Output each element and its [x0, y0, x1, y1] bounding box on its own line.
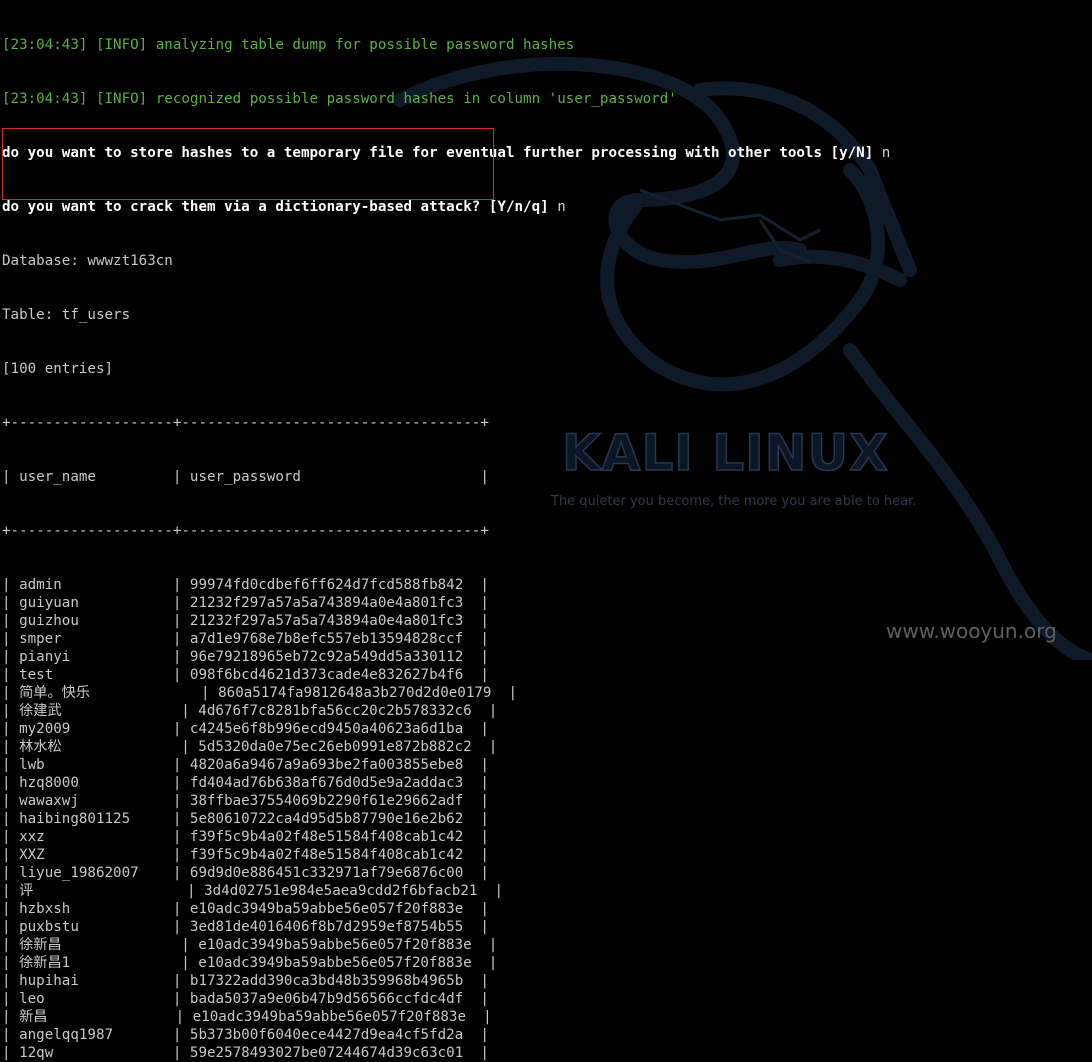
table-row: | XXZ | f39f5c9b4a02f48e51584f408cab1c42… — [2, 847, 489, 863]
table-row: | pianyi | 96e79218965eb72c92a549dd5a330… — [2, 649, 489, 665]
table-row: | guiyuan | 21232f297a57a5a743894a0e4a80… — [2, 595, 489, 611]
table-rows: | admin | 99974fd0cdbef6ff624d7fcd588fb8… — [2, 576, 890, 1061]
prompt-question: do you want to store hashes to a tempora… — [2, 145, 874, 161]
log-line: [23:04:43] [INFO] analyzing table dump f… — [2, 37, 575, 53]
log-line: [23:04:43] [INFO] recognized possible pa… — [2, 91, 677, 107]
table-row: | 12qw | 59e2578493027be07244674d39c63c0… — [2, 1045, 489, 1061]
table-border-top: +-------------------+-------------------… — [2, 415, 489, 431]
table-row: | 评 | 3d4d02751e984e5aea9cdd2f6bfacb21 | — [2, 883, 504, 899]
table-row: | 徐新昌 | e10adc3949ba59abbe56e057f20f883e… — [2, 937, 498, 953]
table-row: | hupihai | b17322add390ca3bd48b359968b4… — [2, 973, 489, 989]
table-row: | my2009 | c4245e6f8b996ecd9450a40623a6d… — [2, 721, 489, 737]
table-row: | xxz | f39f5c9b4a02f48e51584f408cab1c42… — [2, 829, 489, 845]
wooyun-watermark: www.wooyun.org — [886, 619, 1057, 643]
table-row: | hzbxsh | e10adc3949ba59abbe56e057f20f8… — [2, 901, 489, 917]
table-border-header: +-------------------+-------------------… — [2, 523, 489, 539]
prompt-line: do you want to store hashes to a tempora… — [2, 144, 890, 162]
table-row: | 新昌 | e10adc3949ba59abbe56e057f20f883e … — [2, 1009, 492, 1025]
database-name: Database: wwwzt163cn — [2, 253, 173, 269]
entries-count: [100 entries] — [2, 361, 114, 377]
prompt-line: do you want to crack them via a dictiona… — [2, 198, 890, 216]
table-row: | lwb | 4820a6a9467a9a693be2fa003855ebe8… — [2, 757, 489, 773]
table-row: | wawaxwj | 38ffbae37554069b2290f61e2966… — [2, 793, 489, 809]
table-row: | 徐建武 | 4d676f7c8281bfa56cc20c2b578332c6… — [2, 703, 498, 719]
table-row: | haibing801125 | 5e80610722ca4d95d5b877… — [2, 811, 489, 827]
table-row: | leo | bada5037a9e06b47b9d56566ccfdc4df… — [2, 991, 489, 1007]
table-row: | 徐新昌1 | e10adc3949ba59abbe56e057f20f883… — [2, 955, 498, 971]
table-row: | hzq8000 | fd404ad76b638af676d0d5e9a2ad… — [2, 775, 489, 791]
table-name: Table: tf_users — [2, 307, 131, 323]
table-row: | 林水松 | 5d5320da0e75ec26eb0991e872b882c2… — [2, 739, 498, 755]
table-row: | liyue_19862007 | 69d9d0e886451c332971a… — [2, 865, 489, 881]
prompt-question: do you want to crack them via a dictiona… — [2, 199, 549, 215]
table-row: | admin | 99974fd0cdbef6ff624d7fcd588fb8… — [2, 577, 489, 593]
table-row: | smper | a7d1e9768e7b8efc557eb13594828c… — [2, 631, 489, 647]
terminal-output[interactable]: [23:04:43] [INFO] analyzing table dump f… — [2, 0, 890, 1061]
table-row: | puxbstu | 3ed81de4016406f8b7d2959ef875… — [2, 919, 489, 935]
table-row: | angelqq1987 | 5b373b00f6040ece4427d9ea… — [2, 1027, 489, 1043]
table-header-row: | user_name | user_password | — [2, 469, 489, 485]
table-row: | guizhou | 21232f297a57a5a743894a0e4a80… — [2, 613, 489, 629]
table-row: | 简单。快乐 | 860a5174fa9812648a3b270d2d0e01… — [2, 685, 518, 701]
table-row: | test | 098f6bcd4621d373cade4e832627b4f… — [2, 667, 489, 683]
prompt-answer: n — [873, 145, 891, 161]
prompt-answer: n — [548, 199, 566, 215]
